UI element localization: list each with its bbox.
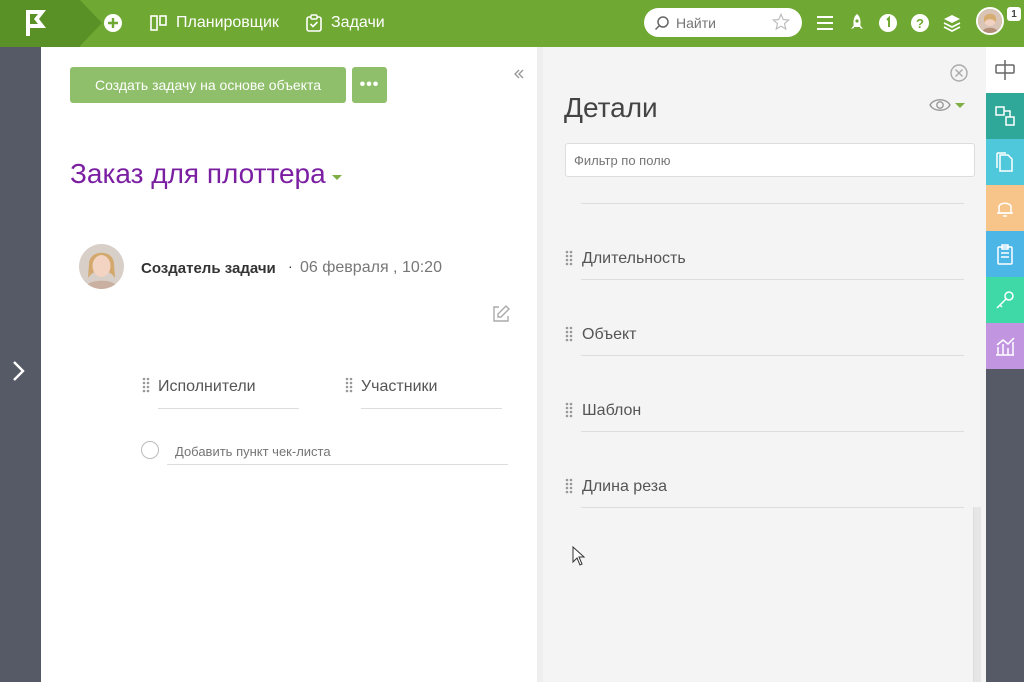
template-field[interactable]: Шаблон xyxy=(565,400,965,450)
links-tab[interactable] xyxy=(986,93,1024,139)
user-avatar[interactable] xyxy=(976,7,1004,35)
help-icon[interactable]: ? xyxy=(907,10,933,36)
caret-down-icon[interactable] xyxy=(331,174,342,180)
planner-icon xyxy=(150,15,167,31)
participants-label: Участники xyxy=(361,378,438,395)
access-tab[interactable] xyxy=(986,277,1024,323)
tasks-link[interactable]: Задачи xyxy=(305,12,385,34)
flag-logo-icon xyxy=(26,10,46,36)
filter-field-input[interactable] xyxy=(565,143,975,177)
tasks-label: Задачи xyxy=(331,14,385,31)
document-icon xyxy=(996,152,1013,172)
planner-label: Планировщик xyxy=(176,14,279,31)
pin-panel-button[interactable] xyxy=(986,47,1024,93)
close-icon[interactable] xyxy=(949,63,969,83)
field-underline xyxy=(581,507,964,508)
separator-dot: · xyxy=(288,258,293,274)
drag-handle-icon[interactable] xyxy=(345,377,353,393)
scrollbar[interactable] xyxy=(973,507,981,682)
planner-link[interactable]: Планировщик xyxy=(150,12,279,34)
task-date: 06 февраля , 10:20 xyxy=(300,259,442,276)
visibility-toggle[interactable] xyxy=(929,97,965,113)
notification-badge: 1 xyxy=(1007,7,1021,21)
pin-icon xyxy=(995,60,1015,80)
add-icon[interactable] xyxy=(100,10,126,36)
checklist-checkbox[interactable] xyxy=(141,441,159,459)
chart-icon xyxy=(996,337,1015,356)
rocket-icon[interactable] xyxy=(844,10,870,36)
analytics-tab[interactable] xyxy=(986,323,1024,369)
field-underline xyxy=(361,408,502,409)
object-label: Объект xyxy=(582,326,637,343)
cut-length-field[interactable]: Длина реза xyxy=(565,476,965,526)
drag-handle-icon[interactable] xyxy=(142,377,150,393)
more-button[interactable]: ••• xyxy=(352,67,387,103)
drag-handle-icon[interactable] xyxy=(565,478,573,494)
divider-line xyxy=(581,203,964,204)
top-bar: Планировщик Задачи ? 1 xyxy=(0,0,1024,47)
author-avatar xyxy=(79,244,124,289)
task-title-text: Заказ для плоттера xyxy=(70,158,326,189)
task-title[interactable]: Заказ для плоттера xyxy=(70,158,342,190)
drag-handle-icon[interactable] xyxy=(565,250,573,266)
left-rail xyxy=(0,47,41,682)
create-task-button[interactable]: Создать задачу на основе объекта xyxy=(70,67,346,103)
assignees-label: Исполнители xyxy=(158,378,256,395)
eye-icon xyxy=(929,99,951,111)
layers-icon[interactable] xyxy=(939,10,965,36)
notifications-tab[interactable] xyxy=(986,185,1024,231)
tasks-icon xyxy=(306,14,322,32)
object-field[interactable]: Объект xyxy=(565,324,965,374)
drag-handle-icon[interactable] xyxy=(565,326,573,342)
clipboard-icon xyxy=(997,244,1013,265)
search-input[interactable] xyxy=(676,14,768,31)
links-icon xyxy=(995,106,1015,126)
details-panel: Детали Длительность Объект Шаблон Длина … xyxy=(543,47,986,682)
edit-icon[interactable] xyxy=(491,304,511,324)
logo-block[interactable] xyxy=(0,0,80,47)
field-underline xyxy=(581,355,964,356)
field-underline xyxy=(581,431,964,432)
speedometer-icon[interactable] xyxy=(875,10,901,36)
field-underline xyxy=(158,408,299,409)
mouse-cursor-icon xyxy=(572,546,586,566)
chevron-right-icon[interactable] xyxy=(10,359,28,383)
drag-handle-icon[interactable] xyxy=(565,402,573,418)
checklist-input[interactable] xyxy=(167,439,508,465)
task-panel: Создать задачу на основе объекта ••• Зак… xyxy=(41,47,537,682)
field-underline xyxy=(581,279,964,280)
right-rail xyxy=(986,47,1024,682)
documents-tab[interactable] xyxy=(986,139,1024,185)
template-label: Шаблон xyxy=(582,402,642,419)
author-name[interactable]: Создатель задачи xyxy=(141,260,276,277)
duration-label: Длительность xyxy=(582,250,686,267)
clipboard-tab[interactable] xyxy=(986,231,1024,277)
search-icon xyxy=(654,15,669,30)
svg-text:?: ? xyxy=(916,16,924,31)
logo-arrow xyxy=(80,0,102,46)
collapse-icon[interactable] xyxy=(513,67,525,85)
menu-icon[interactable] xyxy=(812,10,838,36)
details-title: Детали xyxy=(564,92,658,123)
duration-field[interactable]: Длительность xyxy=(565,248,965,298)
bell-icon xyxy=(997,202,1013,217)
star-icon[interactable] xyxy=(772,13,790,31)
search-box[interactable] xyxy=(644,8,802,37)
cut-length-label: Длина реза xyxy=(582,478,667,495)
key-icon xyxy=(996,291,1014,309)
caret-down-icon xyxy=(955,102,965,108)
